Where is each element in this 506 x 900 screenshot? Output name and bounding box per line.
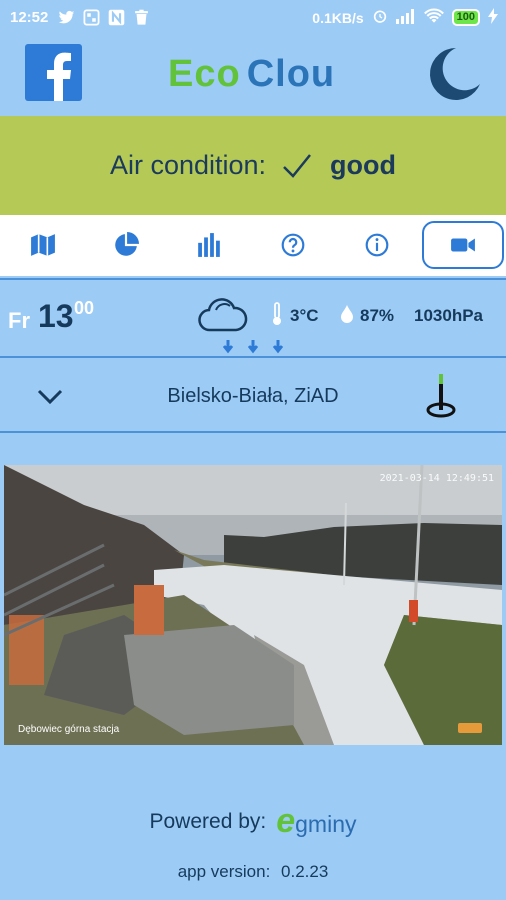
air-condition-status: good — [330, 150, 397, 180]
forecast-minutes: 00 — [74, 298, 95, 318]
help-icon — [281, 233, 305, 257]
system-status: 0.1KB/s 100 — [312, 8, 498, 27]
app-version-label: app version: — [177, 862, 271, 881]
facebook-icon — [47, 52, 71, 101]
tab-map[interactable] — [2, 221, 84, 269]
location-pin-icon[interactable] — [424, 372, 458, 418]
video-camera-icon — [451, 238, 475, 252]
expand-arrows-icon[interactable] — [222, 338, 284, 356]
pie-chart-icon — [115, 232, 139, 256]
humidity-drop-icon — [341, 305, 353, 323]
facebook-button[interactable] — [25, 44, 82, 101]
powered-by: Powered by: e gminy — [0, 802, 506, 841]
forecast-day: Fr — [8, 308, 30, 333]
webcam-timestamp: 2021-03-14 12:49:51 — [379, 473, 494, 484]
logo-eco: Eco — [168, 53, 241, 95]
alarm-icon — [372, 8, 388, 27]
webcam-logo-badge — [458, 723, 482, 733]
n-app-icon — [108, 9, 125, 26]
tab-pie-chart[interactable] — [85, 221, 167, 269]
signal-icon — [395, 8, 416, 27]
forecast-hour: 13 — [38, 298, 74, 334]
air-condition-label: Air condition: — [109, 150, 267, 180]
egminy-logo-e: e — [276, 802, 296, 840]
app-logo: Eco Clou — [168, 53, 335, 96]
tab-bar-chart[interactable] — [168, 221, 250, 269]
info-icon — [365, 233, 389, 257]
status-bar: 12:52 0.1KB/s 100 — [0, 0, 506, 36]
egminy-logo-text: gminy — [295, 811, 357, 837]
trash-icon — [133, 9, 150, 26]
notification-icons — [58, 9, 150, 26]
wifi-icon — [423, 8, 444, 27]
net-speed: 0.1KB/s — [312, 9, 364, 26]
battery-icon: 100 — [451, 9, 480, 26]
status-time: 12:52 — [10, 9, 49, 26]
map-icon — [31, 234, 55, 256]
grid-app-icon — [83, 9, 100, 26]
temperature: 3°C — [290, 306, 319, 325]
weather-summary: Fr 13 00 3°C 87% 1030hPa — [0, 278, 506, 358]
tab-info[interactable] — [336, 221, 418, 269]
twitter-icon — [58, 9, 75, 26]
app-header: Eco Clou — [0, 36, 506, 116]
dark-mode-toggle[interactable] — [422, 44, 484, 106]
tab-webcam[interactable] — [422, 221, 504, 269]
thermometer-icon — [273, 302, 281, 325]
powered-by-label: Powered by: — [149, 809, 267, 833]
bar-chart-icon — [198, 233, 220, 257]
tab-bar — [0, 215, 506, 276]
app-version: app version: 0.2.23 — [0, 862, 506, 882]
air-condition-banner: Air condition: good — [0, 116, 506, 215]
checkmark-icon — [283, 153, 312, 178]
cloud-icon — [198, 298, 248, 332]
station-selector[interactable]: Bielsko-Biała, ZiAD — [0, 360, 506, 433]
charging-icon — [488, 8, 498, 27]
moon-icon — [430, 48, 480, 100]
logo-clou: Clou — [246, 53, 336, 95]
pressure: 1030hPa — [414, 306, 483, 325]
webcam-scene — [4, 465, 502, 745]
tab-help[interactable] — [252, 221, 334, 269]
egminy-logo[interactable]: e gminy — [276, 802, 356, 841]
app-version-number: 0.2.23 — [281, 862, 329, 881]
humidity: 87% — [360, 306, 395, 325]
webcam-caption: Dębowiec górna stacja — [18, 724, 120, 735]
webcam-image: 2021-03-14 12:49:51 Dębowiec górna stacj… — [4, 465, 502, 745]
